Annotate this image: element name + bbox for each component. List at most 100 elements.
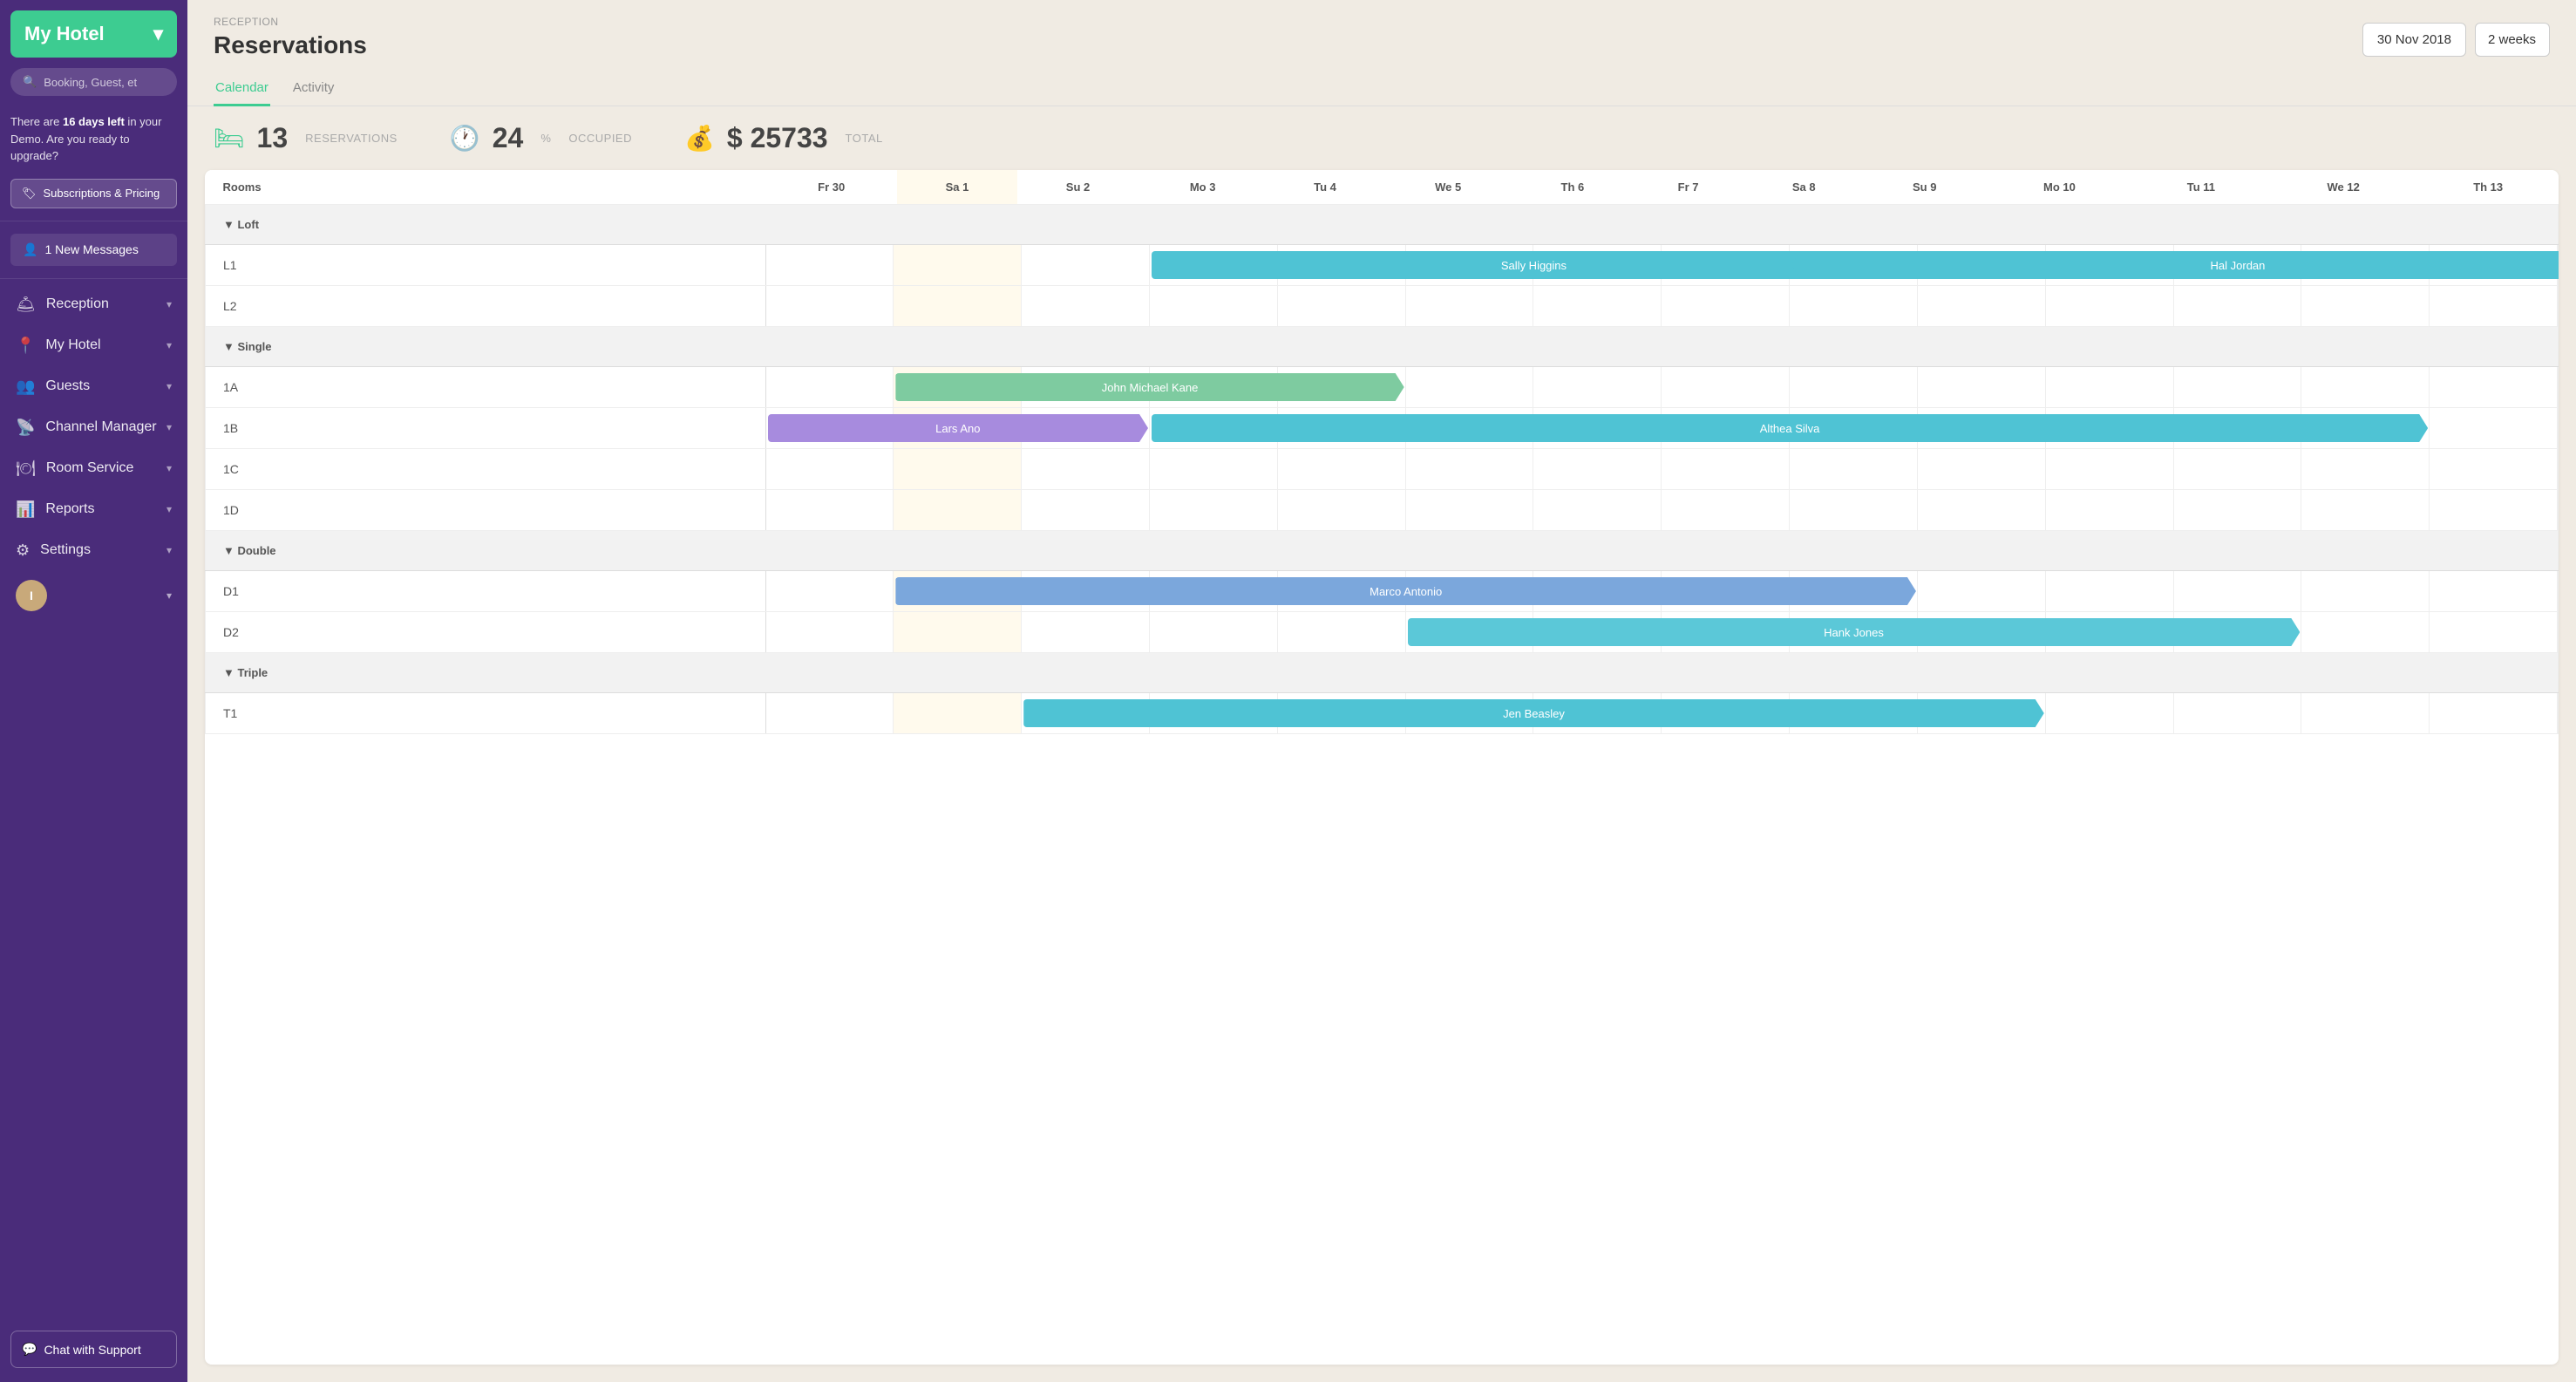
sidebar-item-reception[interactable]: 🛎 Reception ▾ [0, 284, 187, 325]
upgrade-icon: 🏷 [22, 187, 37, 201]
search-box[interactable]: 🔍 Booking, Guest, et [10, 68, 177, 96]
date-header-11: Tu 11 [2133, 170, 2268, 205]
breadcrumb: RECEPTION [214, 16, 367, 28]
avatar: I [16, 580, 47, 611]
sidebar-item-reports[interactable]: 📊 Reports ▾ [0, 489, 187, 530]
reservations-label: RESERVATIONS [305, 132, 398, 145]
total-stat: 💰 $ 25733 TOTAL [684, 122, 883, 154]
sidebar-item-label: Guests [45, 378, 90, 394]
table-row: T1 Jen Beasley [206, 693, 2559, 734]
sidebar-item-label: Reception [46, 296, 109, 312]
room-label-T1: T1 [206, 693, 766, 734]
sidebar-item-settings[interactable]: ⚙ Settings ▾ [0, 530, 187, 571]
messages-button[interactable]: 👤 1 New Messages [10, 234, 177, 266]
booking-john-michael-kane[interactable]: John Michael Kane [895, 373, 1404, 401]
booking-lars-ano[interactable]: Lars Ano [768, 414, 1148, 442]
table-row: 1D [206, 490, 2559, 531]
page-title: Reservations [214, 31, 367, 59]
chat-icon: 💬 [22, 1342, 37, 1357]
group-triple: ▼ Triple [206, 653, 2559, 693]
booking-hal-jordan[interactable]: Hal Jordan [1791, 251, 2559, 279]
date-header-12: We 12 [2268, 170, 2417, 205]
booking-hank-jones[interactable]: Hank Jones [1408, 618, 2301, 646]
settings-icon: ⚙ [16, 541, 30, 560]
rooms-column-header: Rooms [206, 170, 766, 205]
chevron-down-icon: ▾ [167, 339, 172, 351]
sidebar-item-label: Room Service [46, 460, 133, 476]
date-picker[interactable]: 30 Nov 2018 [2362, 23, 2466, 57]
date-header-13: Th 13 [2418, 170, 2559, 205]
table-row: 1BLars AnoAlthea Silva [206, 408, 2559, 449]
chat-support-button[interactable]: 💬 Chat with Support [10, 1331, 177, 1368]
sidebar: My Hotel ▾ 🔍 Booking, Guest, et There ar… [0, 0, 187, 1382]
group-single: ▼ Single [206, 327, 2559, 367]
room-service-icon: 🍽 [16, 460, 36, 478]
message-icon: 👤 [23, 242, 37, 257]
date-header-9: Su 9 [1864, 170, 1986, 205]
room-label-1C: 1C [206, 449, 766, 490]
chevron-down-icon: ▾ [167, 544, 172, 556]
date-header-4: Tu 4 [1267, 170, 1383, 205]
tabs: Calendar Activity [187, 59, 2576, 106]
table-row: 1C [206, 449, 2559, 490]
booking-jen-beasley[interactable]: Jen Beasley [1023, 699, 2044, 727]
sidebar-item-label: Settings [40, 542, 91, 558]
chevron-down-icon: ▾ [167, 298, 172, 310]
hotel-selector[interactable]: My Hotel ▾ [10, 10, 177, 58]
sidebar-item-channel-manager[interactable]: 📡 Channel Manager ▾ [0, 407, 187, 448]
stats-bar: 🛏 13 RESERVATIONS 🕐 24 % OCCUPIED 💰 $ 25… [187, 106, 2576, 170]
guests-icon: 👥 [16, 378, 35, 396]
search-placeholder: Booking, Guest, et [44, 76, 137, 89]
group-double: ▼ Double [206, 531, 2559, 571]
calendar-table: RoomsFr 30Sa 1Su 2Mo 3Tu 4We 5Th 6Fr 7Sa… [205, 170, 2559, 734]
hotel-name: My Hotel [24, 23, 105, 45]
reports-icon: 📊 [16, 500, 35, 519]
chevron-down-icon: ▾ [167, 589, 172, 602]
group-loft: ▼ Loft [206, 205, 2559, 245]
room-label-L2: L2 [206, 286, 766, 327]
reservations-count: 13 [257, 122, 289, 154]
reception-icon: 🛎 [16, 296, 36, 314]
occupied-count: 24 [493, 122, 524, 154]
sidebar-item-guests[interactable]: 👥 Guests ▾ [0, 366, 187, 407]
occupied-icon: 🕐 [450, 124, 480, 153]
date-header-3: Mo 3 [1138, 170, 1267, 205]
chevron-down-icon: ▾ [153, 23, 163, 45]
chevron-down-icon: ▾ [167, 380, 172, 392]
chevron-down-icon: ▾ [167, 421, 172, 433]
tab-calendar[interactable]: Calendar [214, 73, 270, 106]
booking-althea-silva[interactable]: Althea Silva [1152, 414, 2428, 442]
percent-sign: % [540, 132, 551, 145]
room-label-1D: 1D [206, 490, 766, 531]
room-label-L1: L1 [206, 245, 766, 286]
upgrade-button[interactable]: 🏷 Subscriptions & Pricing [10, 179, 177, 208]
date-header-1: Sa 1 [897, 170, 1016, 205]
room-label-D1: D1 [206, 571, 766, 612]
reservations-icon: 🛏 [214, 124, 245, 153]
main-content: RECEPTION Reservations 30 Nov 2018 2 wee… [187, 0, 2576, 1382]
user-menu[interactable]: I ▾ [0, 571, 187, 620]
sidebar-item-room-service[interactable]: 🍽 Room Service ▾ [0, 448, 187, 489]
table-row: L2 [206, 286, 2559, 327]
date-header-2: Su 2 [1017, 170, 1139, 205]
room-label-D2: D2 [206, 612, 766, 653]
calendar-container[interactable]: RoomsFr 30Sa 1Su 2Mo 3Tu 4We 5Th 6Fr 7Sa… [205, 170, 2559, 1365]
period-select[interactable]: 2 weeks 1 week 1 month [2475, 23, 2550, 57]
table-row: L1Sally HigginsHal Jordan [206, 245, 2559, 286]
header: RECEPTION Reservations 30 Nov 2018 2 wee… [187, 0, 2576, 59]
occupied-label: OCCUPIED [568, 132, 632, 145]
total-amount: $ 25733 [727, 122, 828, 154]
search-icon: 🔍 [23, 75, 37, 89]
channel-manager-icon: 📡 [16, 419, 35, 437]
my-hotel-icon: 📍 [16, 337, 35, 355]
date-header-5: We 5 [1383, 170, 1512, 205]
occupied-stat: 🕐 24 % OCCUPIED [450, 122, 632, 154]
table-row: 1AJohn Michael Kane [206, 367, 2559, 408]
table-row: D2 Hank Jones [206, 612, 2559, 653]
tab-activity[interactable]: Activity [291, 73, 336, 106]
total-icon: 💰 [684, 124, 715, 153]
booking-marco-antonio[interactable]: Marco Antonio [895, 577, 1916, 605]
date-header-10: Mo 10 [1986, 170, 2134, 205]
sidebar-nav: 🛎 Reception ▾ 📍 My Hotel ▾ 👥 Guests ▾ 📡 … [0, 284, 187, 571]
sidebar-item-my-hotel[interactable]: 📍 My Hotel ▾ [0, 325, 187, 366]
